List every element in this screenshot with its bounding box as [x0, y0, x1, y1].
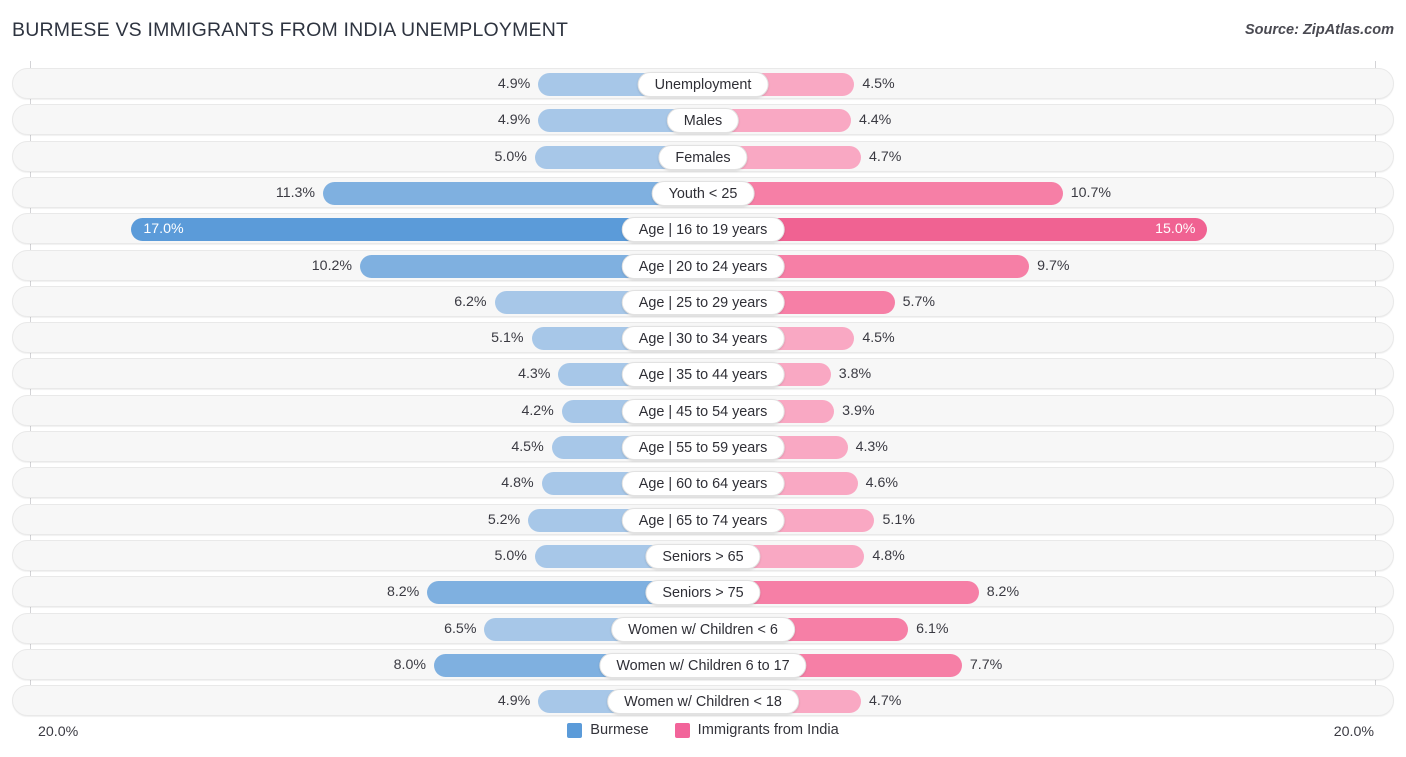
category-label[interactable]: Youth < 25 [652, 181, 755, 206]
bar-burmese[interactable] [323, 182, 703, 205]
value-label-immigrants-from-india: 4.4% [851, 105, 1394, 136]
table-row[interactable]: 17.0%15.0%Age | 16 to 19 years [12, 213, 1394, 244]
value-label-immigrants-from-india: 5.7% [895, 287, 1394, 318]
table-row[interactable]: 4.3% 3.8% Age | 35 to 44 years [12, 358, 1394, 389]
value-label-burmese: 4.9% [498, 105, 538, 136]
table-row[interactable]: 5.0% 4.7% Females [12, 141, 1394, 172]
value-label-burmese: 6.2% [454, 287, 494, 318]
category-label[interactable]: Age | 20 to 24 years [622, 254, 785, 279]
value-label-immigrants-from-india: 10.7% [1063, 178, 1394, 209]
value-label-immigrants-from-india: 8.2% [979, 577, 1394, 608]
table-row[interactable]: 11.3% 10.7% Youth < 25 [12, 177, 1394, 208]
table-row[interactable]: 8.0% 7.7% Women w/ Children 6 to 17 [12, 649, 1394, 680]
value-label-burmese: 4.8% [501, 468, 541, 499]
value-label-burmese: 5.0% [495, 142, 535, 173]
category-label[interactable]: Women w/ Children < 6 [611, 617, 795, 642]
value-label-burmese: 5.1% [491, 323, 531, 354]
category-label[interactable]: Seniors > 65 [645, 544, 760, 569]
value-label-immigrants-from-india: 4.6% [858, 468, 1394, 499]
category-label[interactable]: Age | 45 to 54 years [622, 399, 785, 424]
table-row[interactable]: 6.2% 5.7% Age | 25 to 29 years [12, 286, 1394, 317]
value-label-immigrants-from-india: 4.7% [861, 686, 1394, 717]
category-label[interactable]: Women w/ Children < 18 [607, 689, 799, 714]
category-label[interactable]: Age | 30 to 34 years [622, 326, 785, 351]
table-row[interactable]: 5.1% 4.5% Age | 30 to 34 years [12, 322, 1394, 353]
value-label-burmese: 17.0% [131, 214, 703, 245]
chart-legend: Burmese Immigrants from India [0, 722, 1406, 738]
value-label-burmese: 4.2% [521, 396, 561, 427]
value-label-burmese: 11.3% [276, 178, 323, 209]
category-label[interactable]: Age | 16 to 19 years [622, 217, 785, 242]
category-label[interactable]: Age | 65 to 74 years [622, 508, 785, 533]
value-label-burmese: 5.0% [495, 541, 535, 572]
table-row[interactable]: 5.2% 5.1% Age | 65 to 74 years [12, 504, 1394, 535]
table-row[interactable]: 4.9% 4.7% Women w/ Children < 18 [12, 685, 1394, 716]
legend-swatch-icon [675, 723, 690, 738]
category-label[interactable]: Seniors > 75 [645, 580, 760, 605]
value-label-immigrants-from-india: 9.7% [1029, 251, 1394, 282]
table-row[interactable]: 4.5% 4.3% Age | 55 to 59 years [12, 431, 1394, 462]
table-row[interactable]: 4.9% 4.5% Unemployment [12, 68, 1394, 99]
source-attribution: Source: ZipAtlas.com [1245, 22, 1394, 38]
value-label-immigrants-from-india: 4.3% [848, 432, 1394, 463]
table-row[interactable]: 4.2% 3.9% Age | 45 to 54 years [12, 395, 1394, 426]
legend-item[interactable]: Immigrants from India [675, 722, 839, 738]
value-label-immigrants-from-india: 3.9% [834, 396, 1394, 427]
legend-label: Immigrants from India [698, 722, 839, 738]
legend-swatch-icon [567, 723, 582, 738]
table-row[interactable]: 4.9% 4.4% Males [12, 104, 1394, 135]
value-label-burmese: 5.2% [488, 505, 528, 536]
value-label-burmese: 4.5% [511, 432, 551, 463]
legend-item[interactable]: Burmese [567, 722, 648, 738]
value-label-immigrants-from-india: 3.8% [831, 359, 1394, 390]
category-label[interactable]: Age | 35 to 44 years [622, 362, 785, 387]
value-label-burmese: 8.0% [394, 650, 434, 681]
legend-label: Burmese [590, 722, 648, 738]
category-label[interactable]: Males [667, 108, 739, 133]
table-row[interactable]: 5.0% 4.8% Seniors > 65 [12, 540, 1394, 571]
category-label[interactable]: Females [658, 145, 747, 170]
value-label-immigrants-from-india: 4.8% [864, 541, 1394, 572]
category-label[interactable]: Age | 55 to 59 years [622, 435, 785, 460]
value-label-burmese: 6.5% [444, 614, 484, 645]
value-label-immigrants-from-india: 4.5% [854, 69, 1394, 100]
bar-immigrants-from-india[interactable] [703, 182, 1063, 205]
value-label-immigrants-from-india: 5.1% [874, 505, 1394, 536]
value-label-burmese: 10.2% [312, 251, 360, 282]
value-label-immigrants-from-india: 4.5% [854, 323, 1394, 354]
value-label-burmese: 4.3% [518, 359, 558, 390]
table-row[interactable]: 6.5% 6.1% Women w/ Children < 6 [12, 613, 1394, 644]
value-label-burmese: 4.9% [498, 686, 538, 717]
table-row[interactable]: 4.8% 4.6% Age | 60 to 64 years [12, 467, 1394, 498]
value-label-burmese: 8.2% [387, 577, 427, 608]
plot-area: 4.9% 4.5% Unemployment 4.9% 4.4% Males 5.0% 4.7… [0, 61, 1406, 716]
table-row[interactable]: 10.2% 9.7% Age | 20 to 24 years [12, 250, 1394, 281]
value-label-immigrants-from-india: 4.7% [861, 142, 1394, 173]
chart-root: BURMESE VS IMMIGRANTS FROM INDIA UNEMPLO… [0, 0, 1406, 757]
value-label-immigrants-from-india: 6.1% [908, 614, 1394, 645]
category-label[interactable]: Women w/ Children 6 to 17 [599, 653, 806, 678]
value-label-burmese: 4.9% [498, 69, 538, 100]
category-label[interactable]: Age | 25 to 29 years [622, 290, 785, 315]
page-title: BURMESE VS IMMIGRANTS FROM INDIA UNEMPLO… [12, 19, 568, 42]
category-label[interactable]: Unemployment [638, 72, 769, 97]
table-row[interactable]: 8.2% 8.2% Seniors > 75 [12, 576, 1394, 607]
category-label[interactable]: Age | 60 to 64 years [622, 471, 785, 496]
value-label-immigrants-from-india: 7.7% [962, 650, 1394, 681]
